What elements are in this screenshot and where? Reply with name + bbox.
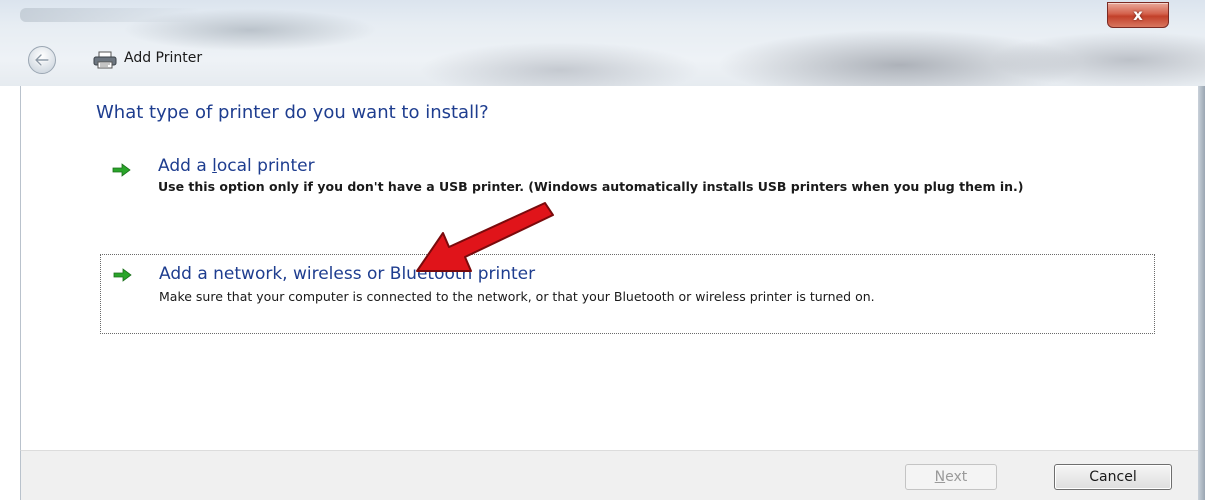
close-icon: x xyxy=(1133,6,1143,24)
option-description: Make sure that your computer is connecte… xyxy=(159,289,875,304)
close-button[interactable]: x xyxy=(1107,2,1169,28)
wizard-footer xyxy=(20,450,1201,500)
page-heading: What type of printer do you want to inst… xyxy=(96,102,489,123)
add-network-printer-option[interactable]: Add a network, wireless or Bluetooth pri… xyxy=(100,254,1155,334)
next-button[interactable]: Next xyxy=(905,464,997,490)
add-local-printer-option[interactable]: Add a local printer Use this option only… xyxy=(100,150,1155,218)
green-arrow-icon xyxy=(113,268,132,282)
printer-icon xyxy=(93,51,117,69)
next-button-label: ext xyxy=(945,469,968,485)
option-description: Use this option only if you don't have a… xyxy=(158,179,1024,194)
access-key-letter: N xyxy=(934,469,946,485)
add-printer-window: x Add Printer What type of printer do yo… xyxy=(0,0,1205,500)
red-annotation-arrow xyxy=(416,202,554,272)
option-title-part: Add a xyxy=(158,156,213,176)
option-title-part: ocal printer xyxy=(216,156,315,176)
green-arrow-icon xyxy=(112,163,131,177)
back-button[interactable] xyxy=(28,46,56,74)
window-title: Add Printer xyxy=(124,50,203,66)
title-bar-glass xyxy=(20,8,200,22)
window-frame-edge xyxy=(1198,86,1205,500)
option-title: Add a local printer xyxy=(158,156,315,176)
title-bar: x Add Printer xyxy=(0,0,1205,86)
cancel-button[interactable]: Cancel xyxy=(1054,464,1172,490)
back-arrow-icon xyxy=(35,54,49,66)
